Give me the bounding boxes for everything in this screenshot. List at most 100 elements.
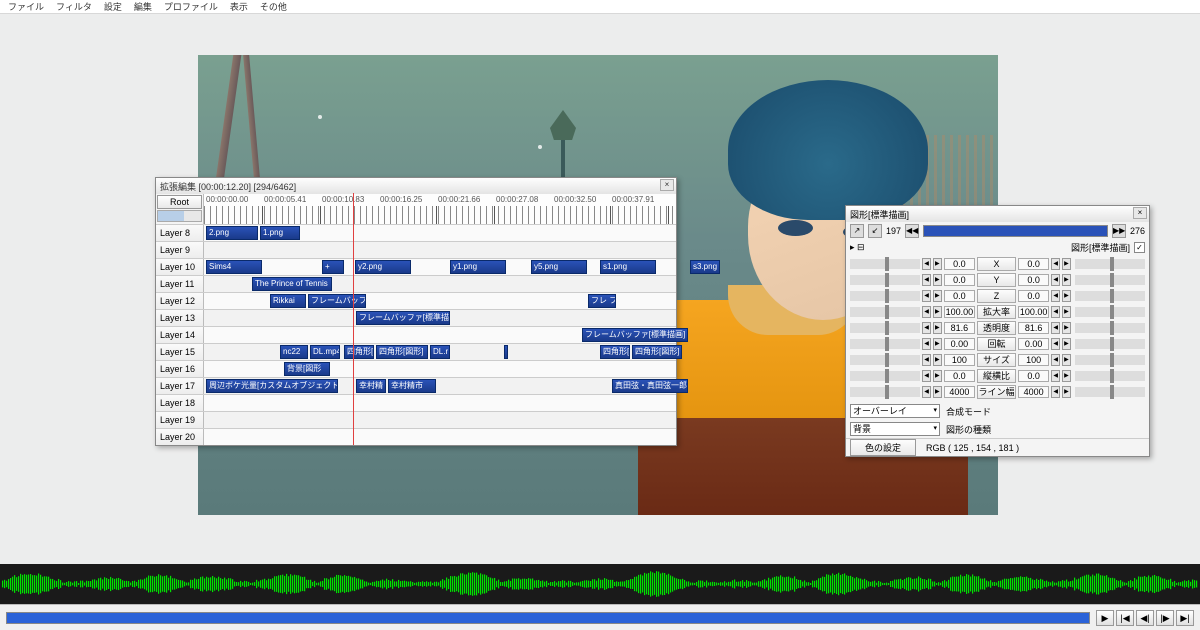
track-label[interactable]: Layer 16 [156,361,204,377]
timeline-track[interactable]: Layer 10Sims4+y2.pngy1.pngy5.pngs1.pngs3… [156,258,676,275]
close-icon[interactable]: × [1133,207,1147,219]
param-slider[interactable] [850,339,920,349]
clip[interactable]: s1.png [600,260,656,274]
step-down-icon[interactable]: ◀ [922,258,931,270]
step-down-icon[interactable]: ◀ [1051,338,1060,350]
param-slider[interactable] [1075,259,1145,269]
step-up-icon[interactable]: ▶ [933,306,942,318]
timeline-track[interactable]: Layer 9 [156,241,676,258]
playhead[interactable] [353,193,354,445]
navigate-icon[interactable]: ↗ [850,224,864,238]
clip[interactable]: 周辺ボケ光量[カスタムオブジェクト] [206,379,338,393]
step-down-icon[interactable]: ◀ [1051,290,1060,302]
timeline-track[interactable]: Layer 12Rikkaiフレームバッファフレ フ [156,292,676,309]
menu-設定[interactable]: 設定 [98,0,128,13]
param-slider[interactable] [850,355,920,365]
clip[interactable]: The Prince of Tennis [252,277,332,291]
step-up-icon[interactable]: ▶ [1062,386,1071,398]
step-up-icon[interactable]: ▶ [1062,274,1071,286]
param-value-left[interactable]: 0.0 [944,258,975,270]
step-up-icon[interactable]: ▶ [1062,258,1071,270]
menu-その他[interactable]: その他 [254,0,293,13]
time-ruler[interactable]: 00:00:00.0000:00:05.4100:00:10.8300:00:1… [204,194,676,224]
track-lane[interactable]: nc22DL.mp4四角形[四角形[図形]DL.r四角形[四角形[図形] [204,344,676,360]
param-slider[interactable] [850,307,920,317]
step-up-icon[interactable]: ▶ [1062,354,1071,366]
step-down-icon[interactable]: ◀ [1051,386,1060,398]
param-slider[interactable] [850,371,920,381]
rewind-icon[interactable]: ◀◀ [905,224,919,238]
timeline-track[interactable]: Layer 17周辺ボケ光量[カスタムオブジェクト]幸村精幸村精市真田弦・真田弦… [156,377,676,394]
param-value-left[interactable]: 0.00 [944,338,975,350]
step-up-icon[interactable]: ▶ [933,338,942,350]
navigate-icon[interactable]: ↙ [868,224,882,238]
scene-selector[interactable] [157,210,202,222]
track-label[interactable]: Layer 10 [156,259,204,275]
track-lane[interactable]: 周辺ボケ光量[カスタムオブジェクト]幸村精幸村精市真田弦・真田弦一郎 [204,378,676,394]
clip[interactable]: Rikkai [270,294,306,308]
param-value-right[interactable]: 100 [1018,354,1049,366]
param-slider[interactable] [1075,291,1145,301]
clip[interactable]: 幸村精市 [388,379,436,393]
clip[interactable]: y2.png [355,260,411,274]
step-down-icon[interactable]: ◀ [922,290,931,302]
step-down-icon[interactable]: ◀ [1051,258,1060,270]
step-down-icon[interactable]: ◀ [922,306,931,318]
track-lane[interactable]: フレームバッファ[標準描画] [204,310,676,326]
step-down-icon[interactable]: ◀ [1051,274,1060,286]
step-up-icon[interactable]: ▶ [933,354,942,366]
clip[interactable] [504,345,508,359]
param-slider[interactable] [1075,387,1145,397]
step-forward-button[interactable]: |▶ [1156,610,1174,626]
forward-icon[interactable]: ▶▶ [1112,224,1126,238]
props-titlebar[interactable]: 図形[標準描画] × [846,206,1149,222]
clip[interactable]: Sims4 [206,260,262,274]
step-down-icon[interactable]: ◀ [922,386,931,398]
track-lane[interactable] [204,395,676,411]
clip[interactable]: 2.png [206,226,258,240]
step-up-icon[interactable]: ▶ [1062,290,1071,302]
timeline-track[interactable]: Layer 19 [156,411,676,428]
clip[interactable]: 真田弦・真田弦一郎 [612,379,688,393]
clip[interactable]: nc22 [280,345,308,359]
timeline-track[interactable]: Layer 18 [156,394,676,411]
step-down-icon[interactable]: ◀ [1051,370,1060,382]
play-button[interactable]: ▶ [1096,610,1114,626]
timeline-titlebar[interactable]: 拡張編集 [00:00:12.20] [294/6462] × [156,178,676,194]
step-up-icon[interactable]: ▶ [933,322,942,334]
timeline-track[interactable]: Layer 14フレームバッファ[標準描画] [156,326,676,343]
close-icon[interactable]: × [660,179,674,191]
param-value-right[interactable]: 0.0 [1018,258,1049,270]
track-lane[interactable]: Rikkaiフレームバッファフレ フ [204,293,676,309]
step-up-icon[interactable]: ▶ [1062,370,1071,382]
step-back-button[interactable]: ◀| [1136,610,1154,626]
properties-window[interactable]: 図形[標準描画] × ↗ ↙ 197 ◀◀ ▶▶ 276 ▸ ⊟ 図形[標準描画… [845,205,1150,457]
step-up-icon[interactable]: ▶ [1062,306,1071,318]
track-label[interactable]: Layer 13 [156,310,204,326]
param-slider[interactable] [1075,371,1145,381]
track-lane[interactable] [204,242,676,258]
param-slider[interactable] [850,275,920,285]
blend-mode-select[interactable]: オーバーレイ [850,404,940,418]
param-value-right[interactable]: 0.0 [1018,290,1049,302]
menu-プロファイル[interactable]: プロファイル [158,0,224,13]
step-up-icon[interactable]: ▶ [933,386,942,398]
clip[interactable]: 四角形[ [344,345,374,359]
menu-ファイル[interactable]: ファイル [2,0,50,13]
clip[interactable]: 四角形[図形] [376,345,428,359]
clip[interactable]: フレ フ [588,294,616,308]
clip[interactable]: 四角形[ [600,345,630,359]
clip[interactable]: 幸村精 [356,379,386,393]
step-down-icon[interactable]: ◀ [922,322,931,334]
track-lane[interactable] [204,412,676,428]
clip[interactable]: y1.png [450,260,506,274]
seek-slider[interactable] [6,612,1090,624]
step-down-icon[interactable]: ◀ [922,274,931,286]
track-label[interactable]: Layer 11 [156,276,204,292]
track-label[interactable]: Layer 15 [156,344,204,360]
param-slider[interactable] [850,291,920,301]
step-up-icon[interactable]: ▶ [933,370,942,382]
clip[interactable]: 四角形[図形] [632,345,682,359]
clip[interactable]: 1.png [260,226,300,240]
menu-表示[interactable]: 表示 [224,0,254,13]
